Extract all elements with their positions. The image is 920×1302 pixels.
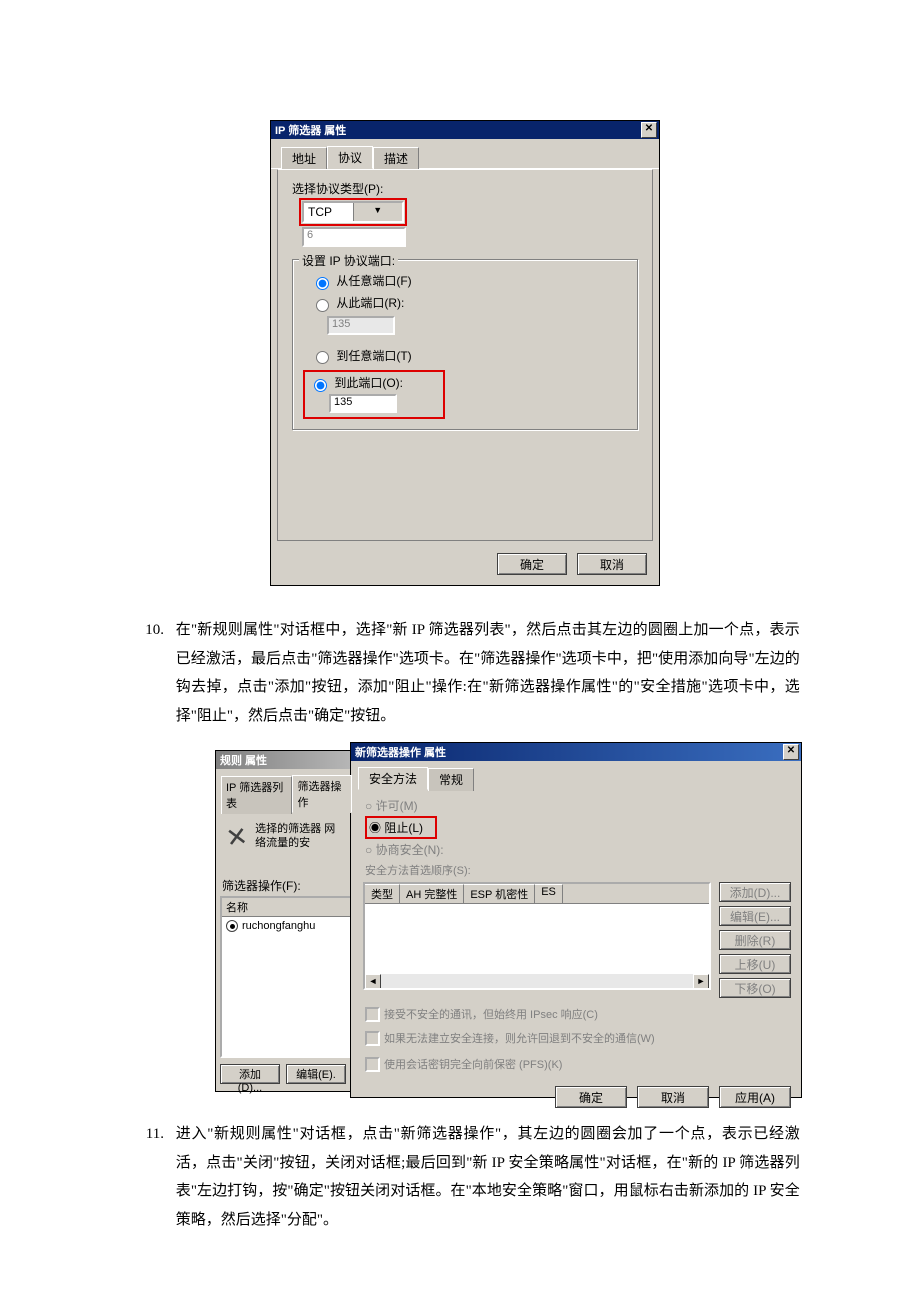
- title-text: 新筛选器操作 属性: [355, 744, 446, 760]
- close-icon[interactable]: ✕: [783, 744, 799, 760]
- check-accept-unsecured[interactable]: 接受不安全的通讯，但始终用 IPsec 响应(C): [365, 1006, 801, 1022]
- tab-filter-list[interactable]: IP 筛选器列表: [221, 776, 292, 814]
- to-any-port-radio[interactable]: 到任意端口(T): [311, 347, 627, 365]
- title-text: IP 筛选器 属性: [275, 122, 346, 138]
- move-up-button[interactable]: 上移(U): [719, 954, 791, 974]
- dialog-button-bar: 确定 取消 应用(A): [351, 1072, 801, 1108]
- apply-button[interactable]: 应用(A): [719, 1086, 791, 1108]
- ports-group-title: 设置 IP 协议端口:: [299, 252, 398, 269]
- col-es: ES: [535, 884, 563, 903]
- chevron-down-icon[interactable]: ▼: [353, 203, 403, 221]
- instruction-step-10: 10. 在"新规则属性"对话框中，选择"新 IP 筛选器列表"，然后点击其左边的…: [130, 616, 800, 730]
- dialog-rule-properties: 规则 属性 IP 筛选器列表 筛选器操作 ✕ 选择的筛选器 网络流量的安 筛选器…: [215, 750, 357, 1092]
- tab-body: 选择协议类型(P): TCP ▼ 6 设置 IP 协议端口: 从任意端口(F) …: [277, 169, 653, 541]
- titlebar[interactable]: 新筛选器操作 属性 ✕: [351, 743, 801, 761]
- dialog-button-bar: 确定 取消: [271, 547, 659, 585]
- add-button[interactable]: 添加(D)...: [719, 882, 791, 902]
- side-buttons: 添加(D)... 编辑(E)... 删除(R) 上移(U) 下移(O): [719, 882, 791, 998]
- step-number: 10.: [130, 616, 164, 645]
- tabstrip: 地址 协议 描述: [271, 139, 659, 169]
- close-icon[interactable]: ✕: [641, 122, 657, 138]
- block-radio[interactable]: ◉ 阻止(L): [365, 816, 801, 839]
- step-text: 在"新规则属性"对话框中，选择"新 IP 筛选器列表"，然后点击其左边的圆圈上加…: [176, 616, 800, 730]
- scroll-right-icon[interactable]: ►: [693, 974, 709, 990]
- to-this-port-radio[interactable]: 到此端口(O):: [309, 374, 439, 392]
- step-text: 进入"新规则属性"对话框，点击"新筛选器操作"，其左边的圆圈会加了一个点，表示已…: [176, 1120, 800, 1234]
- screenshot-ip-filter-properties: IP 筛选器 属性 ✕ 地址 协议 描述 选择协议类型(P): TCP ▼ 6: [270, 120, 800, 586]
- to-this-port-input[interactable]: 135: [329, 394, 397, 413]
- tab-description[interactable]: 描述: [373, 147, 419, 170]
- helper-text: 选择的筛选器 网络流量的安: [255, 823, 345, 849]
- protocol-number-field[interactable]: 6: [302, 227, 406, 247]
- block-highlight: ◉ 阻止(L): [365, 816, 437, 839]
- from-this-port-radio[interactable]: 从此端口(R):: [311, 294, 627, 312]
- column-header-name: 名称: [222, 898, 350, 917]
- filter-action-listbox[interactable]: 名称 ruchongfanghu: [220, 896, 352, 1058]
- list-item-label: ruchongfanghu: [242, 920, 315, 932]
- negotiate-radio[interactable]: ○ 协商安全(N):: [365, 841, 801, 858]
- checkbox-icon: [365, 1057, 380, 1072]
- ports-group: 设置 IP 协议端口: 从任意端口(F) 从此端口(R): 135 到任意端口(…: [292, 259, 638, 430]
- dialog-ip-filter-properties: IP 筛选器 属性 ✕ 地址 协议 描述 选择协议类型(P): TCP ▼ 6: [270, 120, 660, 586]
- col-ah: AH 完整性: [400, 884, 464, 903]
- title-text: 规则 属性: [220, 752, 267, 768]
- col-esp: ESP 机密性: [464, 884, 535, 903]
- cancel-button[interactable]: 取消: [637, 1086, 709, 1108]
- methods-area: 类型 AH 完整性 ESP 机密性 ES ◄ ► 添加(D)... 编辑(E).…: [363, 882, 791, 998]
- protocol-type-combo[interactable]: TCP ▼: [302, 201, 404, 223]
- tabstrip: IP 筛选器列表 筛选器操作: [221, 774, 352, 812]
- tabstrip: 安全方法 常规: [358, 766, 796, 789]
- instruction-step-11: 11. 进入"新规则属性"对话框，点击"新筛选器操作"，其左边的圆圈会加了一个点…: [130, 1120, 800, 1234]
- preference-order-label: 安全方法首选顺序(S):: [365, 862, 801, 878]
- tab-protocol[interactable]: 协议: [327, 146, 373, 169]
- protocol-type-label: 选择协议类型(P):: [292, 180, 638, 197]
- tab-general[interactable]: 常规: [428, 768, 474, 791]
- filter-action-list-label: 筛选器操作(F):: [222, 877, 352, 894]
- delete-button[interactable]: 删除(R): [719, 930, 791, 950]
- check-pfs[interactable]: 使用会话密钥完全向前保密 (PFS)(K): [365, 1056, 801, 1072]
- tab-filter-action[interactable]: 筛选器操作: [292, 775, 352, 813]
- step-number: 11.: [130, 1120, 164, 1149]
- from-this-port-input[interactable]: 135: [327, 316, 395, 335]
- titlebar[interactable]: 规则 属性: [216, 751, 356, 769]
- methods-table[interactable]: 类型 AH 完整性 ESP 机密性 ES ◄ ►: [363, 882, 711, 990]
- permit-radio[interactable]: ○ 许可(M): [365, 797, 801, 814]
- protocol-type-value: TCP: [304, 205, 353, 219]
- tab-security-method[interactable]: 安全方法: [358, 767, 428, 790]
- filter-action-icon: ✕: [224, 821, 250, 855]
- list-item[interactable]: ruchongfanghu: [222, 917, 350, 935]
- edit-button[interactable]: 编辑(E).: [286, 1064, 346, 1084]
- checkbox-icon: [365, 1031, 380, 1046]
- col-type: 类型: [365, 884, 400, 903]
- screenshot-filter-action-properties: 规则 属性 IP 筛选器列表 筛选器操作 ✕ 选择的筛选器 网络流量的安 筛选器…: [215, 750, 800, 1100]
- add-button[interactable]: 添加(D)...: [220, 1064, 280, 1084]
- scrollbar-horizontal[interactable]: ◄ ►: [365, 974, 709, 988]
- scroll-left-icon[interactable]: ◄: [365, 974, 381, 990]
- checkbox-icon: [365, 1007, 380, 1022]
- from-any-port-radio[interactable]: 从任意端口(F): [311, 272, 627, 290]
- radio-selected-icon: [226, 920, 238, 932]
- ok-button[interactable]: 确定: [497, 553, 567, 575]
- cancel-button[interactable]: 取消: [577, 553, 647, 575]
- tab-address[interactable]: 地址: [281, 147, 327, 170]
- move-down-button[interactable]: 下移(O): [719, 978, 791, 998]
- titlebar[interactable]: IP 筛选器 属性 ✕: [271, 121, 659, 139]
- button-row: 添加(D)... 编辑(E).: [220, 1064, 352, 1084]
- table-header: 类型 AH 完整性 ESP 机密性 ES: [365, 884, 709, 904]
- to-this-port-highlight: 到此端口(O): 135: [303, 370, 445, 419]
- edit-button[interactable]: 编辑(E)...: [719, 906, 791, 926]
- security-options: ○ 许可(M) ◉ 阻止(L) ○ 协商安全(N):: [365, 797, 801, 858]
- check-fallback-unsecured[interactable]: 如果无法建立安全连接，则允许回退到不安全的通信(W): [365, 1030, 801, 1046]
- dialog-new-filter-action-properties: 新筛选器操作 属性 ✕ 安全方法 常规 ○ 许可(M) ◉ 阻止(L) ○ 协商…: [350, 742, 802, 1098]
- ok-button[interactable]: 确定: [555, 1086, 627, 1108]
